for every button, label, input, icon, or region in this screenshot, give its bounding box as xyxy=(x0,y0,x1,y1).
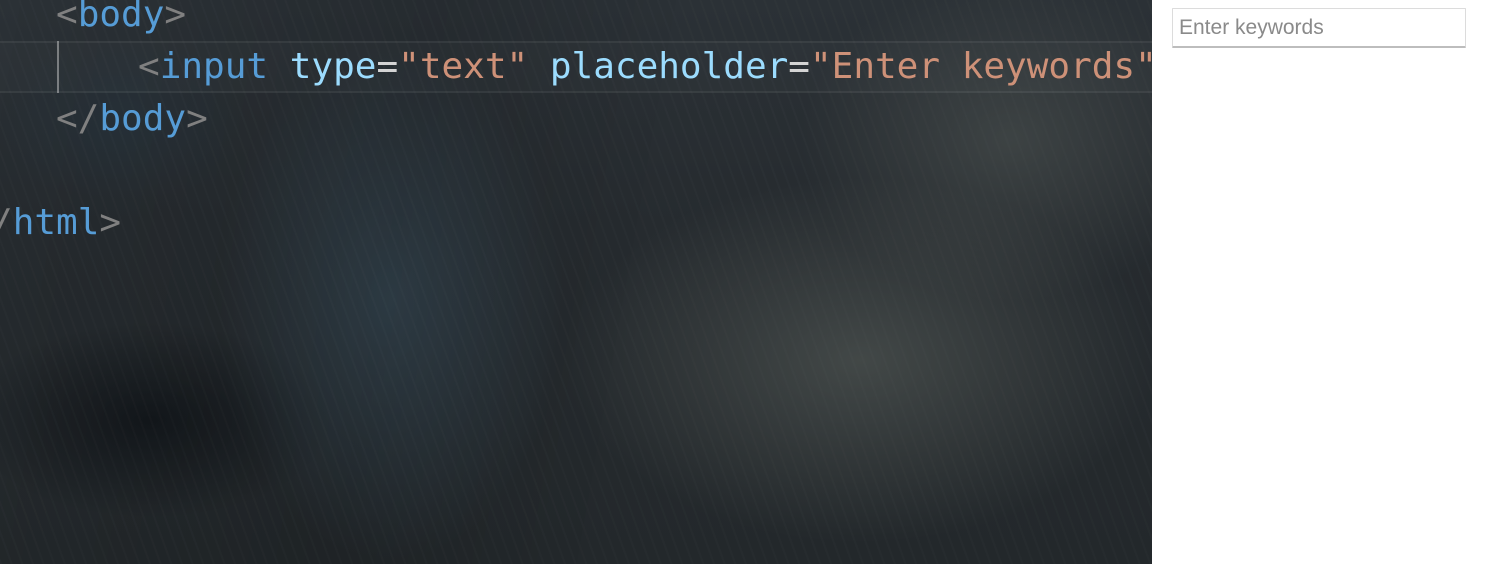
code-token-attr: type xyxy=(289,46,377,87)
code-token-punct: < xyxy=(56,0,78,35)
code-token-str: "Enter keywords" xyxy=(809,46,1152,87)
preview-pane xyxy=(1152,0,1500,564)
code-line: /html> xyxy=(0,197,121,249)
code-token-attr: placeholder xyxy=(549,46,789,87)
code-line: <input type="text" placeholder="Enter ke… xyxy=(138,41,1152,93)
code-token-tag: body xyxy=(99,98,187,139)
code-token-str: "text" xyxy=(398,46,529,87)
code-editor[interactable]: <body> <input type="text" placeholder="E… xyxy=(0,0,1152,564)
code-line: </body> xyxy=(56,93,208,145)
code-text-area[interactable]: <body> <input type="text" placeholder="E… xyxy=(0,0,1152,564)
code-token-punct: > xyxy=(186,98,208,139)
keywords-search-input[interactable] xyxy=(1172,8,1466,48)
code-token-tag: html xyxy=(12,202,100,243)
code-token-punct: > xyxy=(164,0,187,35)
code-token-punct: </ xyxy=(56,98,100,139)
code-token-punct: < xyxy=(138,46,160,87)
code-token-tag: body xyxy=(77,0,165,35)
code-token-tag: input xyxy=(159,46,269,87)
code-token-eq: = xyxy=(376,46,399,87)
code-token-eq: = xyxy=(788,46,810,87)
code-line: <body> xyxy=(56,0,186,41)
code-token-punct: / xyxy=(0,202,13,243)
code-token-punct: > xyxy=(99,202,122,243)
screen: <body> <input type="text" placeholder="E… xyxy=(0,0,1500,564)
